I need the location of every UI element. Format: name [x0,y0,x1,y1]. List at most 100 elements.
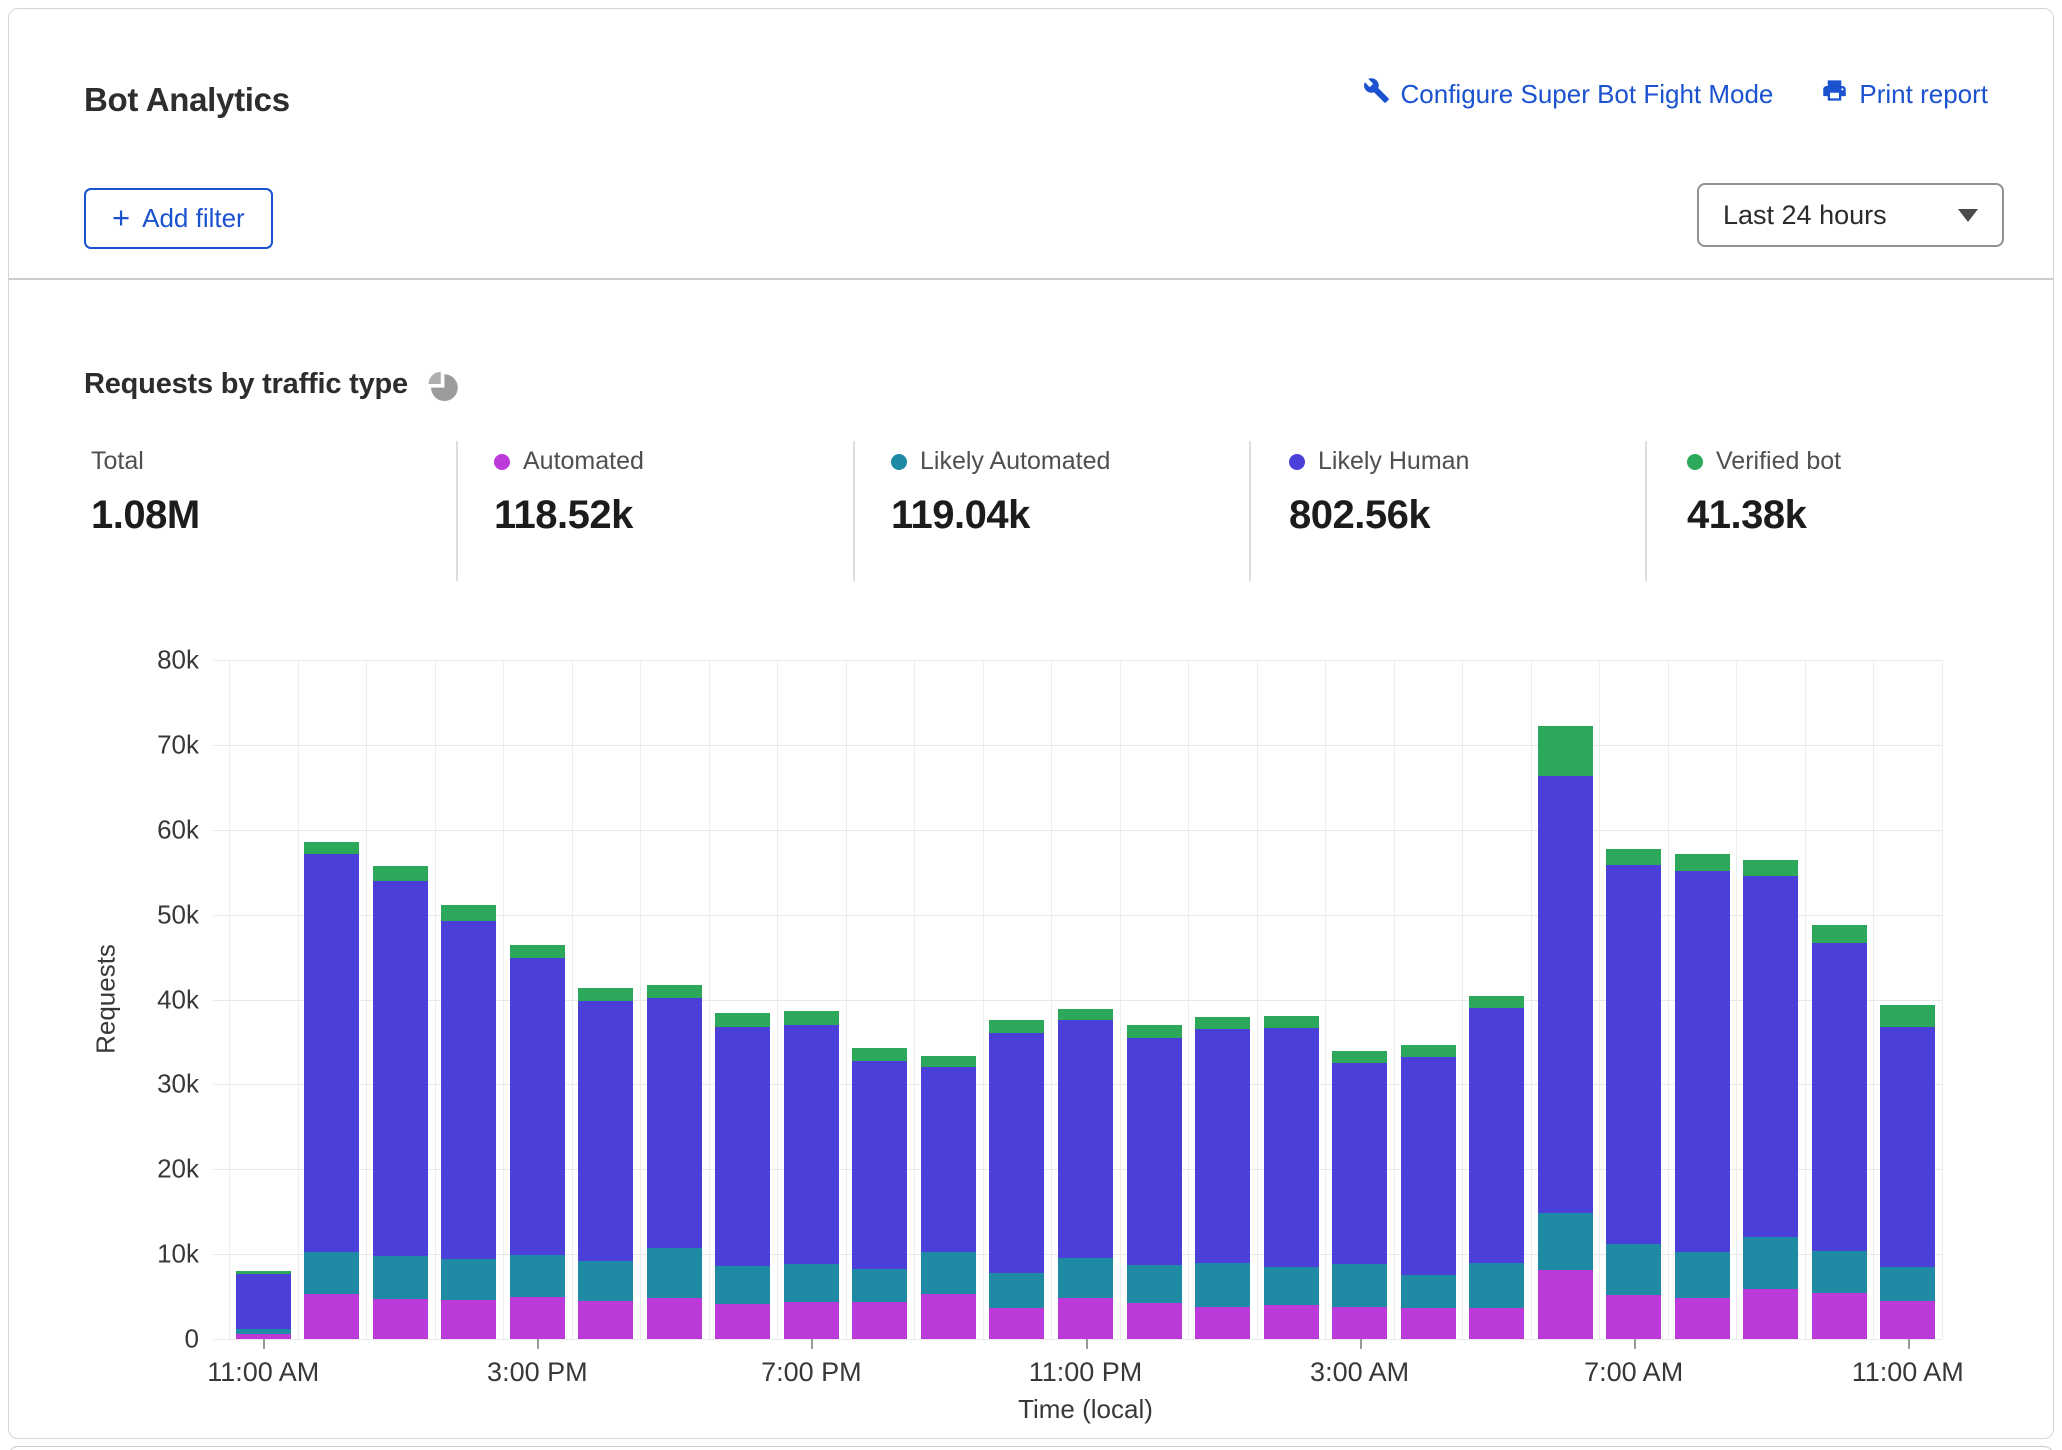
bar-segment[interactable] [578,1301,633,1339]
bar-segment[interactable] [304,1294,359,1339]
bar-segment[interactable] [1538,776,1593,1213]
bar-segment[interactable] [1469,1308,1524,1339]
bar-segment[interactable] [1812,943,1867,1251]
bar-segment[interactable] [578,1001,633,1261]
bar-segment[interactable] [1264,1267,1319,1305]
bar-segment[interactable] [1332,1307,1387,1339]
bar-segment[interactable] [441,1300,496,1339]
bar-segment[interactable] [989,1033,1044,1273]
bar-segment[interactable] [1538,1270,1593,1339]
bar-segment[interactable] [647,985,702,998]
bar-segment[interactable] [1401,1057,1456,1274]
configure-super-bot-fight-mode-link[interactable]: Configure Super Bot Fight Mode [1363,77,1774,111]
bar-segment[interactable] [1127,1265,1182,1303]
bar-segment[interactable] [1606,865,1661,1244]
bar[interactable] [236,1271,291,1339]
bar-segment[interactable] [1469,1008,1524,1263]
bar[interactable] [852,1048,907,1339]
bar-segment[interactable] [1401,1045,1456,1058]
bar-segment[interactable] [921,1067,976,1252]
bar[interactable] [1127,1025,1182,1339]
bar-segment[interactable] [1469,1263,1524,1307]
bar[interactable] [1332,1051,1387,1339]
bar-segment[interactable] [373,1256,428,1299]
bar-segment[interactable] [647,1248,702,1298]
bar-segment[interactable] [1743,1289,1798,1339]
bar-segment[interactable] [989,1273,1044,1309]
bar[interactable] [578,988,633,1339]
bar-segment[interactable] [1332,1051,1387,1063]
bar-segment[interactable] [304,854,359,1252]
bar-segment[interactable] [647,1298,702,1339]
bar-segment[interactable] [510,1297,565,1339]
bar-segment[interactable] [852,1269,907,1301]
bar-segment[interactable] [1812,1293,1867,1339]
bar-segment[interactable] [1058,1298,1113,1339]
bar-segment[interactable] [236,1271,291,1274]
bar-segment[interactable] [921,1294,976,1339]
bar-segment[interactable] [1058,1009,1113,1020]
print-report-link[interactable]: Print report [1821,77,1988,111]
bar-segment[interactable] [1127,1025,1182,1038]
bar-segment[interactable] [1743,876,1798,1237]
bar-segment[interactable] [1264,1016,1319,1027]
bar-segment[interactable] [1469,996,1524,1008]
bar-segment[interactable] [715,1266,770,1304]
bar[interactable] [1538,726,1593,1339]
bar-segment[interactable] [510,1255,565,1297]
bar-segment[interactable] [1675,871,1730,1253]
bar-segment[interactable] [647,998,702,1248]
bar-segment[interactable] [1812,925,1867,943]
bar[interactable] [1058,1009,1113,1339]
bar-segment[interactable] [784,1264,839,1301]
bar-segment[interactable] [1675,1252,1730,1298]
bar-segment[interactable] [1675,1298,1730,1339]
bar-segment[interactable] [1195,1017,1250,1029]
bar-segment[interactable] [1880,1027,1935,1267]
bar-segment[interactable] [1880,1301,1935,1339]
bar[interactable] [715,1013,770,1339]
bar-segment[interactable] [1538,726,1593,776]
bar[interactable] [784,1011,839,1339]
bar-segment[interactable] [236,1329,291,1334]
bar-segment[interactable] [1127,1303,1182,1339]
bar-segment[interactable] [715,1013,770,1027]
bar-segment[interactable] [578,988,633,1001]
bar-segment[interactable] [1675,854,1730,871]
bar-segment[interactable] [373,1299,428,1339]
bar[interactable] [304,842,359,1339]
bar[interactable] [1606,849,1661,1339]
bar-segment[interactable] [1058,1020,1113,1258]
bar-segment[interactable] [236,1274,291,1329]
add-filter-button[interactable]: + Add filter [84,188,273,249]
bar-segment[interactable] [510,958,565,1255]
bar-segment[interactable] [921,1056,976,1067]
bar-segment[interactable] [989,1020,1044,1033]
bar-segment[interactable] [441,1259,496,1300]
bar-segment[interactable] [1812,1251,1867,1293]
bar-segment[interactable] [441,905,496,920]
bar-segment[interactable] [1058,1258,1113,1298]
bar-segment[interactable] [1195,1307,1250,1339]
bar-segment[interactable] [1264,1305,1319,1339]
bar-segment[interactable] [852,1061,907,1270]
bar[interactable] [921,1056,976,1339]
bar-segment[interactable] [852,1302,907,1339]
bar[interactable] [1743,860,1798,1339]
bar-segment[interactable] [1880,1267,1935,1301]
bar-segment[interactable] [1264,1028,1319,1267]
bar-segment[interactable] [989,1308,1044,1339]
bar-segment[interactable] [304,842,359,854]
bar-segment[interactable] [921,1252,976,1294]
bar-segment[interactable] [1401,1275,1456,1308]
bar-segment[interactable] [784,1025,839,1264]
bar-segment[interactable] [715,1027,770,1266]
bar-segment[interactable] [1743,1237,1798,1289]
bar[interactable] [989,1020,1044,1339]
bar-segment[interactable] [1743,860,1798,876]
bar-segment[interactable] [1606,1295,1661,1339]
bar-segment[interactable] [1127,1038,1182,1265]
bar[interactable] [647,985,702,1339]
bar-segment[interactable] [715,1304,770,1339]
bar-segment[interactable] [441,921,496,1260]
